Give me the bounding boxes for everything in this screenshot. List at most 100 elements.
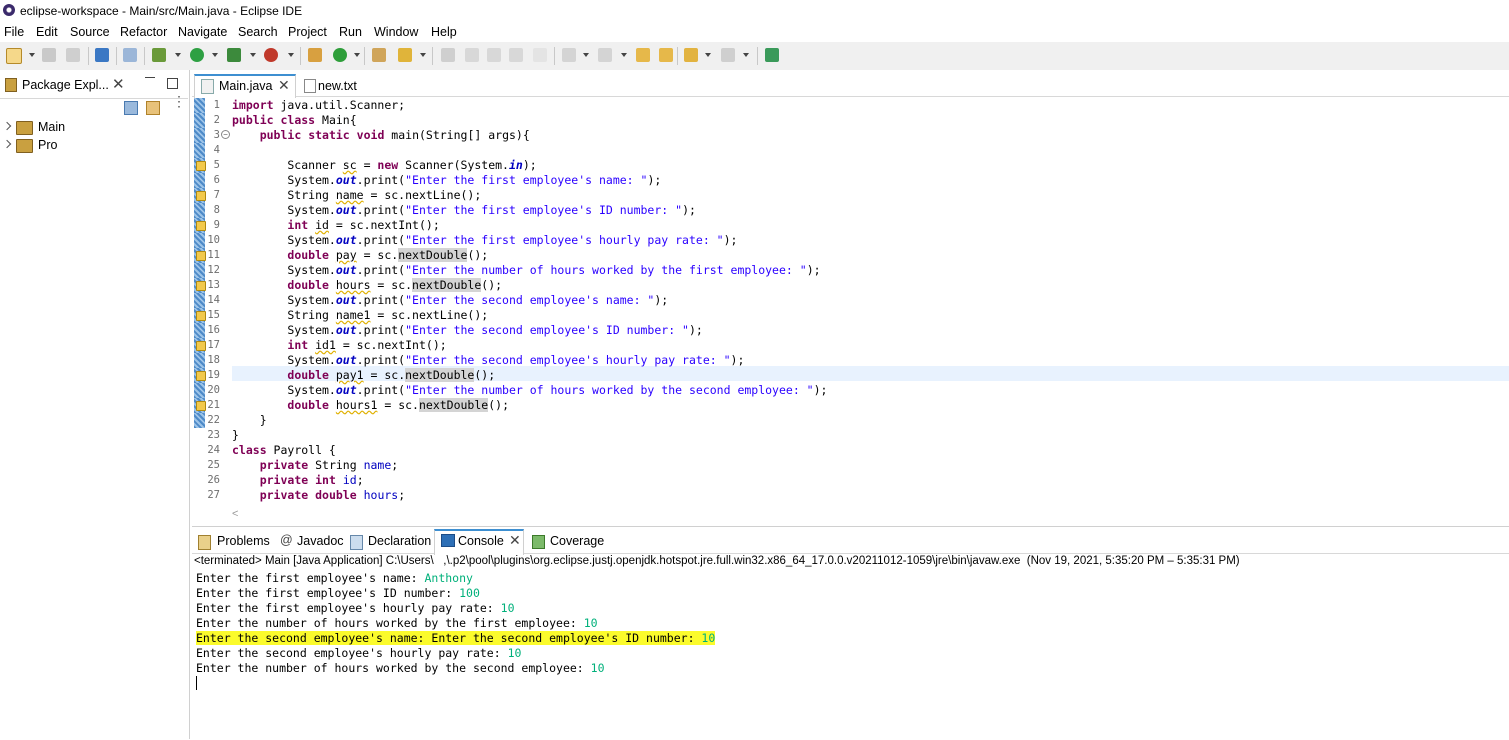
warning-icon[interactable] [196,161,206,171]
minimize-icon[interactable] [145,77,155,78]
line-number: 15 [207,309,220,321]
debug-icon[interactable] [152,48,166,62]
code-line: System.out.print("Enter the first employ… [232,233,738,247]
console-line: Enter the first employee's hourly pay ra… [196,601,515,615]
view-menu-icon[interactable]: ⋮ [172,94,186,108]
close-icon[interactable]: ✕ [278,77,290,94]
code-line: System.out.print("Enter the number of ho… [232,383,828,397]
console-header: <terminated> Main [Java Application] C:\… [194,555,1240,567]
skip-breakpoints-icon[interactable] [123,48,137,62]
console-line: Enter the second employee's hourly pay r… [196,646,522,660]
code-line: double hours1 = sc.nextDouble(); [287,398,509,412]
menu-help[interactable]: Help [431,25,457,39]
menu-window[interactable]: Window [374,25,418,39]
change-marker [194,353,205,368]
warning-icon[interactable] [196,221,206,231]
new-dropdown-icon[interactable] [29,53,35,57]
declaration-icon [350,535,363,550]
menu-edit[interactable]: Edit [36,25,58,39]
run-icon[interactable] [190,48,204,62]
link-with-editor-icon[interactable] [146,101,160,115]
toggle-edit-icon[interactable] [465,48,479,62]
menu-search[interactable]: Search [238,25,278,39]
java-file-icon [201,79,214,94]
warning-icon[interactable] [196,281,206,291]
close-icon[interactable]: ✕ [509,532,521,549]
line-number: 11 [207,249,220,261]
code-line: } [232,428,239,442]
console-panel: Problems @ Javadoc Declaration Console ✕… [192,526,1509,740]
warning-icon[interactable] [196,401,206,411]
perspective-icon[interactable] [765,48,779,62]
java-project-icon [16,139,33,153]
search-icon[interactable] [398,48,412,62]
maximize-icon[interactable] [167,78,178,89]
next-annotation-icon[interactable] [562,48,576,62]
tree-item-label: Main [38,120,66,134]
chevron-right-icon[interactable] [2,121,12,131]
change-marker [194,293,205,308]
package-icon [5,78,17,92]
warning-icon[interactable] [196,311,206,321]
tab-label: Console [458,534,504,548]
java-project-icon [16,121,33,135]
menu-source[interactable]: Source [70,25,110,39]
line-number: 5 [213,159,220,171]
save-icon[interactable] [42,48,56,62]
open-type-icon[interactable] [372,48,386,62]
chevron-right-icon[interactable] [2,139,12,149]
open-console-icon[interactable] [95,48,109,62]
close-icon[interactable]: ✕ [112,75,125,93]
code-line: public static void main(String[] args){ [259,128,530,142]
previous-annotation-icon[interactable] [598,48,612,62]
last-edit-location-icon[interactable] [636,48,650,62]
block-selection-icon[interactable] [487,48,501,62]
menu-run[interactable]: Run [339,25,362,39]
menu-project[interactable]: Project [288,25,327,39]
fold-icon[interactable]: − [221,130,230,139]
toggle-mark-occurrences-icon[interactable] [441,48,455,62]
back-icon[interactable] [684,48,698,62]
warning-icon[interactable] [196,191,206,201]
warning-icon[interactable] [196,371,206,381]
bottom-tab-bar: Problems @ Javadoc Declaration Console ✕… [192,527,1509,555]
overview-ruler [193,98,207,428]
show-whitespace-icon[interactable] [533,48,547,62]
forward-edit-icon[interactable] [659,48,673,62]
tab-new-txt[interactable]: new.txt [298,74,378,96]
menu-navigate[interactable]: Navigate [178,25,227,39]
new-icon[interactable] [6,48,22,64]
collapse-all-icon[interactable] [124,101,138,115]
menu-refactor[interactable]: Refactor [120,25,167,39]
line-number: 16 [207,324,220,336]
tab-label: new.txt [318,79,357,93]
warning-icon[interactable] [196,341,206,351]
line-number: 4 [213,144,220,156]
code-line: int id1 = sc.nextInt(); [287,338,447,352]
code-line: double pay1 = sc.nextDouble(); [287,368,496,382]
tab-label: Javadoc [297,534,344,548]
line-number: 22 [207,414,220,426]
menu-file[interactable]: File [4,25,24,39]
editor-tab-bar: Main.java ✕ new.txt [192,72,1509,98]
code-line: System.out.print("Enter the second emplo… [232,293,669,307]
word-wrap-icon[interactable] [509,48,523,62]
external-tools-icon[interactable] [264,48,278,62]
tab-console[interactable]: Console ✕ [434,529,524,555]
warning-icon[interactable] [196,251,206,261]
forward-icon[interactable] [721,48,735,62]
save-all-icon[interactable] [66,48,80,62]
coverage-icon[interactable] [227,48,241,62]
tab-label: Problems [217,534,270,548]
line-number: 14 [207,294,220,306]
console-line: Enter the first employee's name: Anthony [196,571,473,585]
change-marker [194,98,205,113]
console-icon [441,534,455,547]
line-number: 21 [207,399,220,411]
package-explorer-tab[interactable]: Package Expl... ✕ [0,72,188,99]
new-java-package-icon[interactable] [308,48,322,62]
new-java-class-icon[interactable] [333,48,347,62]
tab-main-java[interactable]: Main.java ✕ [194,74,296,98]
scroll-left-icon[interactable]: < [232,508,238,520]
line-number: 20 [207,384,220,396]
